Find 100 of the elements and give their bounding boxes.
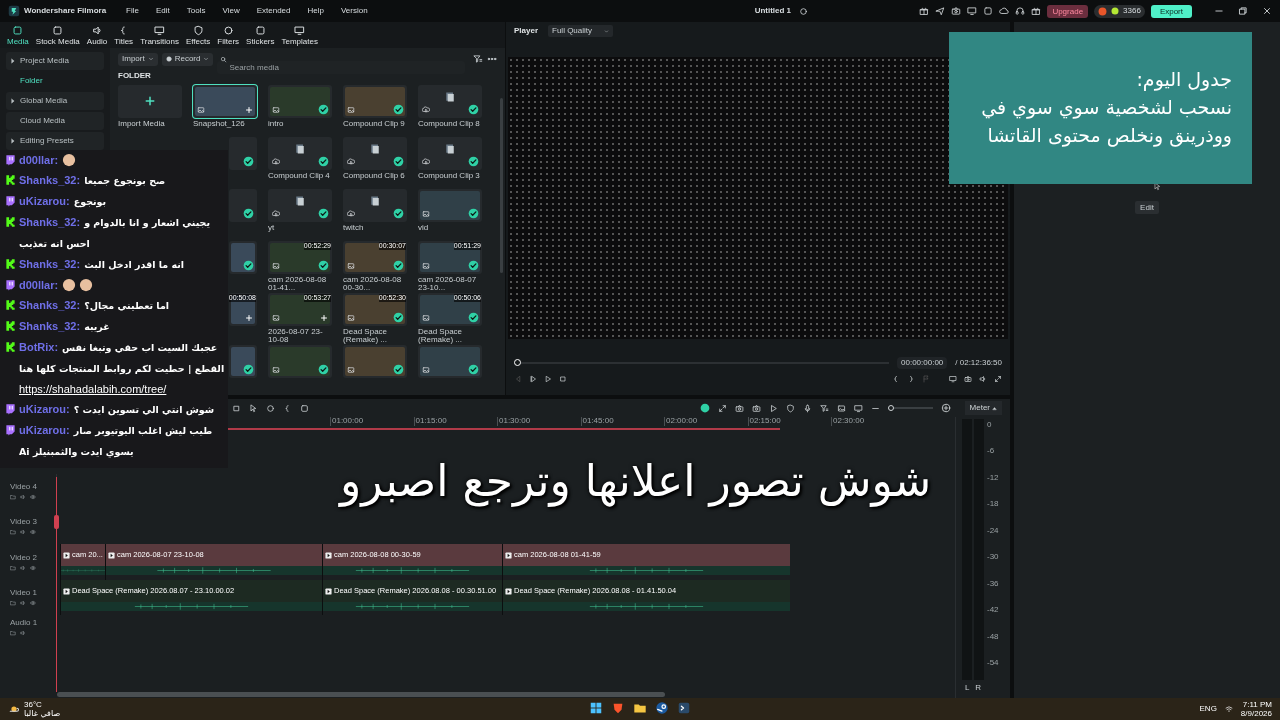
play-icon[interactable] (544, 375, 552, 383)
scrollbar-thumb[interactable] (500, 98, 503, 273)
eye-icon[interactable] (30, 529, 36, 535)
restore-icon[interactable] (1238, 6, 1248, 16)
tab[interactable]: Titles (111, 25, 137, 46)
camera-icon[interactable] (951, 6, 962, 16)
filter-icon[interactable] (819, 403, 829, 413)
play-frame-icon[interactable] (529, 375, 537, 383)
brace-icon[interactable] (283, 403, 292, 413)
fullscreen-icon[interactable] (994, 375, 1002, 383)
export-button[interactable]: Export (1150, 4, 1192, 18)
eye-icon[interactable] (30, 494, 36, 500)
import-button[interactable]: Import (118, 52, 158, 66)
eye-icon[interactable] (30, 600, 36, 606)
camera-icon[interactable] (751, 403, 761, 413)
tab[interactable]: Transitions (137, 25, 182, 46)
media-thumbnail[interactable] (268, 137, 332, 170)
chat-link[interactable]: https://shahadalabih.com/tree/ (19, 379, 225, 399)
filled-circle-icon[interactable] (699, 403, 710, 413)
edit-button[interactable]: Edit (1135, 201, 1159, 214)
shield-app-icon[interactable] (611, 701, 625, 715)
media-thumbnail[interactable] (418, 345, 482, 378)
tab[interactable]: Templates (278, 25, 321, 46)
playhead-handle[interactable] (54, 515, 59, 529)
cursor-icon[interactable] (249, 403, 258, 413)
windows-logo-icon[interactable] (589, 701, 603, 715)
media-thumbnail[interactable] (418, 85, 482, 118)
menu-item[interactable]: View (222, 5, 240, 17)
media-thumbnail[interactable] (229, 137, 257, 170)
monitor-icon[interactable] (949, 375, 957, 383)
media-thumbnail[interactable] (229, 241, 257, 274)
media-thumbnail[interactable] (268, 85, 332, 118)
media-thumbnail[interactable] (193, 85, 257, 118)
media-thumbnail[interactable] (229, 345, 257, 378)
tab[interactable]: Filters (214, 25, 243, 46)
mic-icon[interactable] (802, 403, 812, 413)
gift-icon[interactable] (1031, 6, 1042, 16)
media-thumbnail[interactable] (268, 345, 332, 378)
record-button[interactable]: Record (161, 52, 214, 66)
media-thumbnail[interactable] (343, 137, 407, 170)
tab[interactable]: Stock Media (32, 25, 83, 46)
menu-item[interactable]: Extended (256, 5, 291, 17)
sidebar-item[interactable]: Cloud Media (6, 112, 104, 130)
monitor-icon[interactable] (853, 403, 863, 413)
scrollbar-thumb[interactable] (57, 691, 665, 697)
stop-icon[interactable] (232, 403, 241, 413)
menu-item[interactable]: Tools (186, 5, 206, 17)
square-icon[interactable] (983, 6, 994, 16)
send-icon[interactable] (935, 6, 946, 16)
media-thumbnail[interactable] (118, 85, 182, 118)
tab[interactable]: Effects (182, 25, 214, 46)
monitor-icon[interactable] (967, 6, 978, 16)
meter-button[interactable]: Meter (964, 401, 1002, 415)
media-thumbnail[interactable] (343, 85, 407, 118)
tab[interactable]: Stickers (243, 25, 278, 46)
menu-item[interactable]: File (126, 5, 139, 17)
menu-item[interactable]: Version (340, 5, 368, 17)
tab[interactable]: Media (4, 25, 32, 46)
media-thumbnail[interactable] (343, 189, 407, 222)
speaker-icon[interactable] (20, 529, 26, 535)
terminal-icon[interactable] (677, 701, 691, 715)
steam-app-icon[interactable] (655, 701, 669, 715)
media-thumbnail[interactable] (418, 137, 482, 170)
quality-dropdown[interactable]: Full Quality (548, 25, 614, 37)
mark-out-icon[interactable] (907, 375, 915, 383)
sidebar-item[interactable]: Project Media (6, 52, 104, 70)
camera-icon[interactable] (964, 375, 972, 383)
zoom-in-icon[interactable] (940, 403, 951, 413)
tab[interactable]: Audio (83, 25, 111, 46)
sidebar-item[interactable]: Folder (6, 72, 104, 90)
media-thumbnail[interactable] (418, 189, 482, 222)
speaker-icon[interactable] (20, 564, 26, 571)
shield-icon[interactable] (785, 403, 795, 413)
zoom-thumb[interactable] (887, 405, 894, 411)
menu-item[interactable]: Help (307, 5, 324, 17)
media-thumbnail[interactable] (343, 345, 407, 378)
gift-icon[interactable] (919, 6, 930, 16)
filter-icon[interactable] (473, 54, 483, 64)
camera-icon[interactable] (734, 403, 744, 413)
speaker-icon[interactable] (20, 629, 26, 636)
cloud-icon[interactable] (999, 6, 1010, 16)
speaker-icon[interactable] (979, 375, 987, 383)
media-thumbnail[interactable] (229, 189, 257, 222)
circle-icon[interactable] (266, 403, 275, 413)
square-icon[interactable] (300, 403, 309, 413)
expand-icon[interactable] (717, 403, 727, 413)
image-icon[interactable] (836, 403, 846, 413)
language-indicator[interactable]: ENG (1199, 703, 1217, 715)
media-thumbnail[interactable] (268, 189, 332, 222)
stop-icon[interactable] (559, 375, 567, 383)
menu-item[interactable]: Edit (156, 5, 170, 17)
play-icon[interactable] (768, 403, 778, 413)
playhead-thumb[interactable] (514, 359, 521, 366)
speaker-icon[interactable] (20, 494, 26, 500)
sidebar-item[interactable]: Editing Presets (6, 132, 104, 150)
close-icon[interactable] (1262, 6, 1272, 16)
headset-icon[interactable] (1015, 6, 1026, 16)
eye-icon[interactable] (30, 564, 36, 571)
sidebar-item[interactable]: Global Media (6, 92, 104, 110)
upgrade-button[interactable]: Upgrade (1047, 4, 1089, 18)
